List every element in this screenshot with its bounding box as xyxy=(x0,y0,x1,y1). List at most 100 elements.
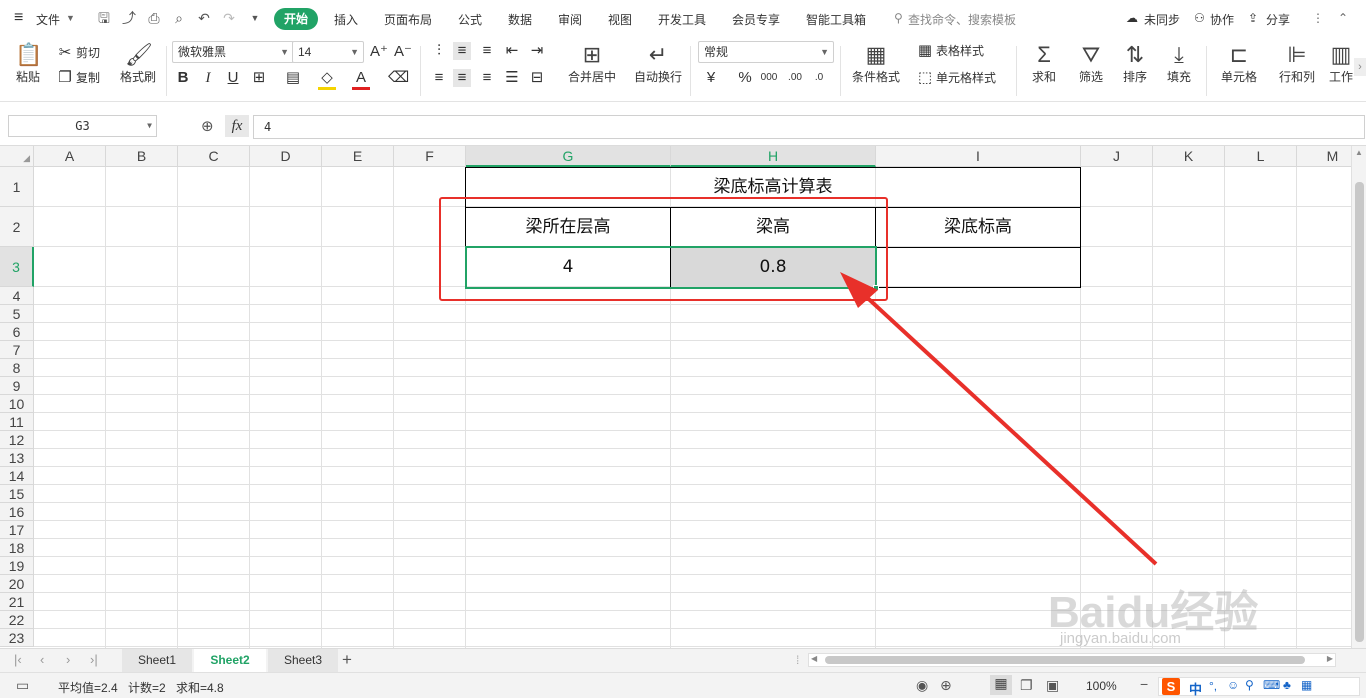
first-sheet-icon[interactable]: |‹ xyxy=(14,652,22,667)
zoom-level[interactable]: 100% xyxy=(1086,679,1117,693)
percent-icon[interactable]: % xyxy=(736,69,754,87)
worksheet-button[interactable]: ▥ 工作 xyxy=(1328,42,1354,85)
scroll-up-icon[interactable]: ▲ xyxy=(1355,148,1363,157)
sheet-tab-active[interactable]: Sheet2 xyxy=(194,649,266,672)
zoom-search-icon[interactable]: ⊕ xyxy=(201,117,214,135)
command-search[interactable]: 查找命令、搜索模板 xyxy=(908,11,1016,28)
vertical-scrollbar[interactable]: ▲ xyxy=(1351,146,1366,648)
format-painter-button[interactable]: 🖌 格式刷 xyxy=(116,42,160,85)
fill-color-icon[interactable]: ◇ xyxy=(318,69,336,90)
ime-toolbox-icon[interactable]: ▦ xyxy=(1301,678,1312,692)
collaborate-button[interactable]: 协作 xyxy=(1210,11,1234,28)
normal-view-icon[interactable]: ▦ xyxy=(990,675,1012,695)
copy-button[interactable]: 复制 xyxy=(76,70,100,86)
ime-emoji-icon[interactable]: ☺ xyxy=(1227,678,1239,692)
page-break-icon[interactable]: ▣ xyxy=(1046,677,1059,694)
fill-button[interactable]: ⤓ 填充 xyxy=(1162,42,1196,85)
decrease-font-icon[interactable]: A⁻ xyxy=(394,43,412,61)
increase-decimal-icon[interactable]: .00 xyxy=(786,69,804,87)
center-icon[interactable]: ⊕ xyxy=(940,677,952,694)
font-color-icon[interactable]: A xyxy=(352,69,370,90)
paste-button[interactable]: 📋 粘贴 xyxy=(10,42,46,85)
font-size-select[interactable]: 14 ▼ xyxy=(292,41,364,63)
cut-button[interactable]: 剪切 xyxy=(76,45,100,61)
tab-data[interactable]: 数据 xyxy=(508,11,532,28)
conditional-format-button[interactable]: ▦ 条件格式 xyxy=(846,42,906,85)
sum-button[interactable]: Σ 求和 xyxy=(1028,42,1060,85)
add-sheet-button[interactable]: + xyxy=(342,650,352,670)
collapse-ribbon-icon[interactable]: ⌃ xyxy=(1338,11,1348,25)
tab-review[interactable]: 审阅 xyxy=(558,11,582,28)
fx-button[interactable]: fx xyxy=(225,115,249,137)
file-menu[interactable]: 文件 xyxy=(36,11,60,28)
ime-mic-icon[interactable]: ⚲ xyxy=(1245,678,1254,692)
tab-page-layout[interactable]: 页面布局 xyxy=(384,11,432,28)
sogou-logo-icon[interactable]: S xyxy=(1162,678,1180,695)
ime-skin-icon[interactable]: ♣ xyxy=(1283,678,1291,692)
tab-member[interactable]: 会员专享 xyxy=(732,11,780,28)
customize-dropdown-icon[interactable]: ▼ xyxy=(247,10,263,26)
clear-icon[interactable]: ⌫ xyxy=(388,69,409,87)
eye-protection-icon[interactable]: ◉ xyxy=(916,677,928,694)
cells-button[interactable]: ⊏ 单元格 xyxy=(1216,42,1262,85)
table-style-button[interactable]: 表格样式 xyxy=(936,43,984,59)
wrap-text-button[interactable]: ↵ 自动换行 xyxy=(630,42,686,85)
align-center-icon[interactable]: ≡ xyxy=(453,69,471,87)
tab-insert[interactable]: 插入 xyxy=(334,11,358,28)
align-top-icon[interactable]: ⫶ xyxy=(430,42,448,60)
distributed-icon[interactable]: ⊟ xyxy=(528,69,546,87)
sheet-tab[interactable]: Sheet1 xyxy=(122,649,192,672)
sync-status[interactable]: 未同步 xyxy=(1144,11,1180,28)
justify-icon[interactable]: ☰ xyxy=(503,69,521,87)
sheet-tab[interactable]: Sheet3 xyxy=(268,649,338,672)
prev-sheet-icon[interactable]: ‹ xyxy=(40,652,44,667)
h-scroll-thumb[interactable] xyxy=(825,656,1305,664)
decrease-decimal-icon[interactable]: .0 xyxy=(810,69,828,87)
redo-icon[interactable]: ↷ xyxy=(221,10,237,26)
print-icon[interactable]: ⎙ xyxy=(146,10,162,26)
hamburger-icon[interactable]: ≡ xyxy=(14,9,23,27)
align-left-icon[interactable]: ≡ xyxy=(430,69,448,87)
font-name-select[interactable]: 微软雅黑 ▼ xyxy=(172,41,294,63)
undo-icon[interactable]: ↶ xyxy=(196,10,212,26)
next-sheet-icon[interactable]: › xyxy=(66,652,70,667)
scroll-thumb[interactable] xyxy=(1355,182,1364,642)
formula-input[interactable]: 4 xyxy=(253,115,1365,139)
tab-developer[interactable]: 开发工具 xyxy=(658,11,706,28)
filter-button[interactable]: ⛛ 筛选 xyxy=(1074,42,1108,85)
name-box[interactable]: G3 ▼ xyxy=(8,115,157,137)
sort-button[interactable]: ⇅ 排序 xyxy=(1118,42,1152,85)
italic-icon[interactable]: I xyxy=(199,69,217,87)
bold-icon[interactable]: B xyxy=(174,69,192,87)
page-view-icon[interactable]: ❐ xyxy=(1020,677,1033,694)
underline-icon[interactable]: U xyxy=(224,69,242,87)
tab-formulas[interactable]: 公式 xyxy=(458,11,482,28)
tab-smart-toolbox[interactable]: 智能工具箱 xyxy=(806,11,866,28)
align-bottom-icon[interactable]: ≡ xyxy=(478,42,496,60)
save-icon[interactable]: 🖫 xyxy=(96,10,112,26)
align-right-icon[interactable]: ≡ xyxy=(478,69,496,87)
border-icon[interactable]: ⊞ xyxy=(250,69,268,87)
share-button[interactable]: 分享 xyxy=(1266,11,1290,28)
print-preview-icon[interactable]: ⌕ xyxy=(171,10,187,26)
indent-increase-icon[interactable]: ⇥ xyxy=(528,42,546,60)
zoom-out-icon[interactable]: − xyxy=(1140,676,1148,692)
ime-chinese-icon[interactable]: 中 xyxy=(1189,679,1202,698)
macro-record-icon[interactable]: ▭ xyxy=(16,677,29,694)
fill-style-icon[interactable]: ▤ xyxy=(284,69,302,87)
more-icon[interactable]: ⋮ xyxy=(1312,11,1324,25)
tab-home[interactable]: 开始 xyxy=(274,8,318,30)
tab-view[interactable]: 视图 xyxy=(608,11,632,28)
horizontal-scrollbar[interactable]: ◀ ▶ xyxy=(808,653,1336,667)
chevron-down-icon[interactable]: ▼ xyxy=(66,13,75,23)
ribbon-scroll-right-icon[interactable]: › xyxy=(1354,58,1366,76)
sync-cloud-icon[interactable]: ⤴ xyxy=(121,10,137,26)
cell-style-button[interactable]: 单元格样式 xyxy=(936,70,996,86)
currency-icon[interactable]: ¥ xyxy=(702,69,720,87)
last-sheet-icon[interactable]: ›| xyxy=(90,652,98,667)
increase-font-icon[interactable]: A⁺ xyxy=(370,43,388,61)
merge-center-button[interactable]: ⊞ 合并居中 xyxy=(562,42,622,85)
indent-decrease-icon[interactable]: ⇤ xyxy=(503,42,521,60)
splitter-icon[interactable]: ⁞ xyxy=(796,653,799,667)
ime-keyboard-icon[interactable]: ⌨ xyxy=(1263,678,1280,692)
